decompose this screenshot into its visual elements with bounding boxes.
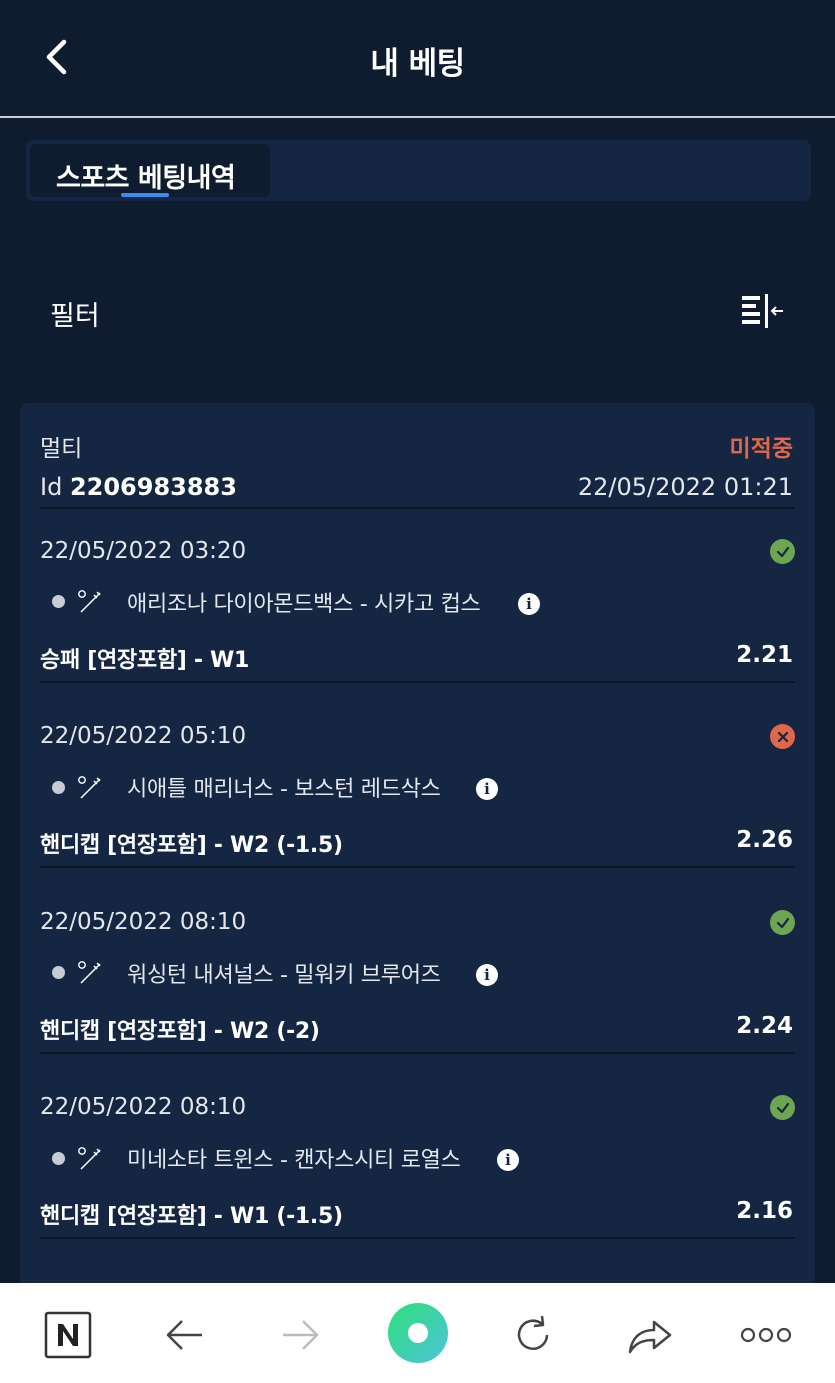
match-name: 시애틀 매리너스 - 보스턴 레드삭스 [127, 777, 441, 802]
match-name: 워싱턴 내셔널스 - 밀워키 브루어즈 [127, 963, 441, 988]
share-button[interactable] [620, 1305, 680, 1365]
browser-back-button[interactable] [155, 1305, 215, 1365]
bet-type: 멀티 [40, 436, 83, 462]
filter-label: 필터 [50, 301, 100, 332]
browser-toolbar [0, 1283, 835, 1383]
divider [40, 681, 795, 683]
more-icon [740, 1327, 792, 1343]
home-button[interactable] [386, 1301, 450, 1365]
market-label: 승패 [연장포함] - W1 [40, 648, 250, 673]
selection-time: 22/05/2022 08:10 [40, 1094, 247, 1120]
odds-value: 2.24 [736, 1013, 793, 1039]
bet-id-value: 2206983883 [69, 473, 237, 501]
odds-value: 2.21 [736, 642, 793, 668]
app-header: 내 베팅 [0, 0, 835, 118]
divider [40, 1052, 795, 1054]
divider [40, 866, 795, 868]
check-icon [770, 539, 795, 564]
market-label: 핸디캡 [연장포함] - W2 (-1.5) [40, 833, 343, 858]
home-circle-icon [388, 1303, 448, 1363]
bet-id: Id 2206983883 [40, 473, 237, 501]
bullet-dot [52, 595, 65, 608]
baseball-icon [78, 590, 101, 613]
match-name: 애리조나 다이아몬드백스 - 시카고 컵스 [127, 592, 481, 617]
info-icon[interactable]: i [518, 593, 540, 615]
check-icon [770, 1095, 795, 1120]
divider [40, 507, 795, 509]
market-label: 핸디캡 [연장포함] - W2 (-2) [40, 1019, 320, 1044]
browser-forward-button[interactable] [270, 1305, 330, 1365]
baseball-icon [78, 776, 101, 799]
odds-value: 2.26 [736, 827, 793, 853]
filter-collapse-icon [742, 294, 783, 328]
check-icon [770, 910, 795, 935]
back-arrow-icon [166, 1320, 202, 1350]
selection-time: 22/05/2022 05:10 [40, 723, 247, 749]
cross-icon [770, 724, 795, 749]
more-button[interactable] [736, 1305, 796, 1365]
tab-active-indicator [121, 193, 169, 197]
market-label: 핸디캡 [연장포함] - W1 (-1.5) [40, 1204, 343, 1229]
bet-card[interactable]: 멀티 미적중 Id 2206983883 22/05/2022 01:21 22… [20, 403, 815, 1283]
info-icon[interactable]: i [497, 1149, 519, 1171]
bullet-dot [52, 966, 65, 979]
filter-button[interactable] [738, 290, 786, 334]
bullet-dot [52, 781, 65, 794]
bet-datetime: 22/05/2022 01:21 [577, 473, 793, 501]
refresh-button[interactable] [503, 1305, 563, 1365]
baseball-icon [78, 961, 101, 984]
baseball-icon [78, 1147, 101, 1170]
forward-arrow-icon [283, 1320, 319, 1350]
refresh-icon [517, 1315, 549, 1350]
odds-value: 2.16 [736, 1198, 793, 1224]
info-icon[interactable]: i [476, 964, 498, 986]
bullet-dot [52, 1152, 65, 1165]
divider [40, 1237, 795, 1239]
naver-button[interactable] [38, 1305, 98, 1365]
tab-label: 스포츠 베팅내역 [56, 163, 236, 194]
bet-status-badge: 미적중 [729, 436, 793, 462]
info-icon[interactable]: i [476, 778, 498, 800]
match-name: 미네소타 트윈스 - 캔자스시티 로열스 [127, 1148, 461, 1173]
naver-icon [44, 1311, 92, 1359]
page-title: 내 베팅 [370, 46, 465, 82]
share-icon [628, 1320, 672, 1354]
tab-bar: 스포츠 베팅내역 [26, 140, 811, 201]
bet-id-label: Id [40, 473, 63, 501]
selection-time: 22/05/2022 03:20 [40, 538, 247, 564]
selection-time: 22/05/2022 08:10 [40, 909, 247, 935]
tab-sports-bets[interactable]: 스포츠 베팅내역 [30, 144, 270, 197]
